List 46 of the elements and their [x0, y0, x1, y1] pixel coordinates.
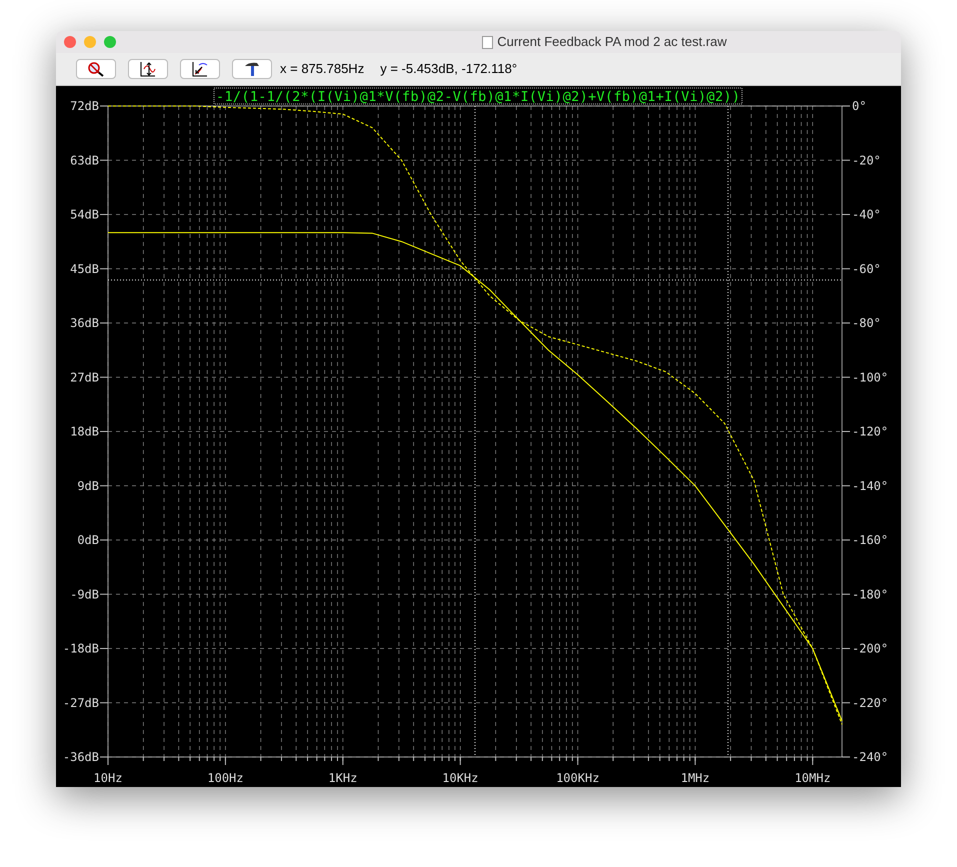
x-readout: x = 875.785Hz — [280, 60, 364, 78]
axis-label: -160° — [852, 533, 888, 547]
trace-label[interactable]: -1/(1-1/(2*(I(Vi)@1*V(fb)@2-V(fb)@1*I(Vi)@2)+V(fb)@1+I(Vi)@2)) — [216, 89, 740, 105]
axis-label: -100° — [852, 370, 888, 384]
axis-label: 1MHz — [680, 771, 710, 785]
axis-label: 100Hz — [207, 771, 244, 785]
axis-label: 10MHz — [794, 771, 831, 785]
axis-label: 36dB — [70, 316, 99, 330]
axis-label: 0dB — [77, 533, 99, 547]
axis-label: 9dB — [77, 478, 99, 493]
axis-label: -20° — [852, 153, 881, 168]
axis-label: -36dB — [62, 750, 99, 764]
toolbar-button[interactable] — [128, 59, 168, 79]
axis-label: 100KHz — [556, 771, 600, 785]
toolbar-button[interactable] — [232, 59, 272, 79]
pan-icon — [191, 61, 209, 77]
axis-label: -60° — [852, 262, 881, 276]
axis-label: 1KHz — [328, 771, 358, 785]
axis-label: -80° — [852, 316, 881, 330]
axis-label: 27dB — [70, 370, 99, 384]
axis-label: -140° — [852, 478, 888, 493]
y-readout: y = -5.453dB, -172.118° — [380, 60, 518, 78]
axis-label: 72dB — [70, 99, 99, 113]
axis-label: -9dB — [70, 587, 99, 602]
axis-label: 0° — [852, 99, 866, 113]
zoom-cancel-icon — [87, 61, 105, 77]
axis-label: 63dB — [70, 153, 99, 168]
cursor-line[interactable] — [474, 106, 476, 758]
axis-label: -220° — [852, 696, 888, 710]
axis-label: 45dB — [70, 262, 99, 276]
toolbar-button[interactable] — [180, 59, 220, 79]
window-title: Current Feedback PA mod 2 ac test.raw — [497, 33, 727, 52]
axis-label: -180° — [852, 587, 888, 602]
document-icon — [482, 36, 494, 48]
axis-label: -200° — [852, 642, 888, 656]
axis-label: -18dB — [62, 642, 99, 656]
axis-label: -240° — [852, 750, 888, 764]
axis-label: -120° — [852, 424, 888, 438]
axis-label: -40° — [852, 208, 881, 222]
axis-label: 10KHz — [442, 771, 478, 785]
axis-label: -27dB — [62, 696, 99, 710]
axis-label: 18dB — [70, 424, 99, 438]
hammer-icon — [243, 61, 261, 77]
axis-label: 54dB — [70, 208, 99, 222]
autoscale-icon — [139, 61, 157, 77]
axis-label: 10Hz — [94, 771, 122, 785]
